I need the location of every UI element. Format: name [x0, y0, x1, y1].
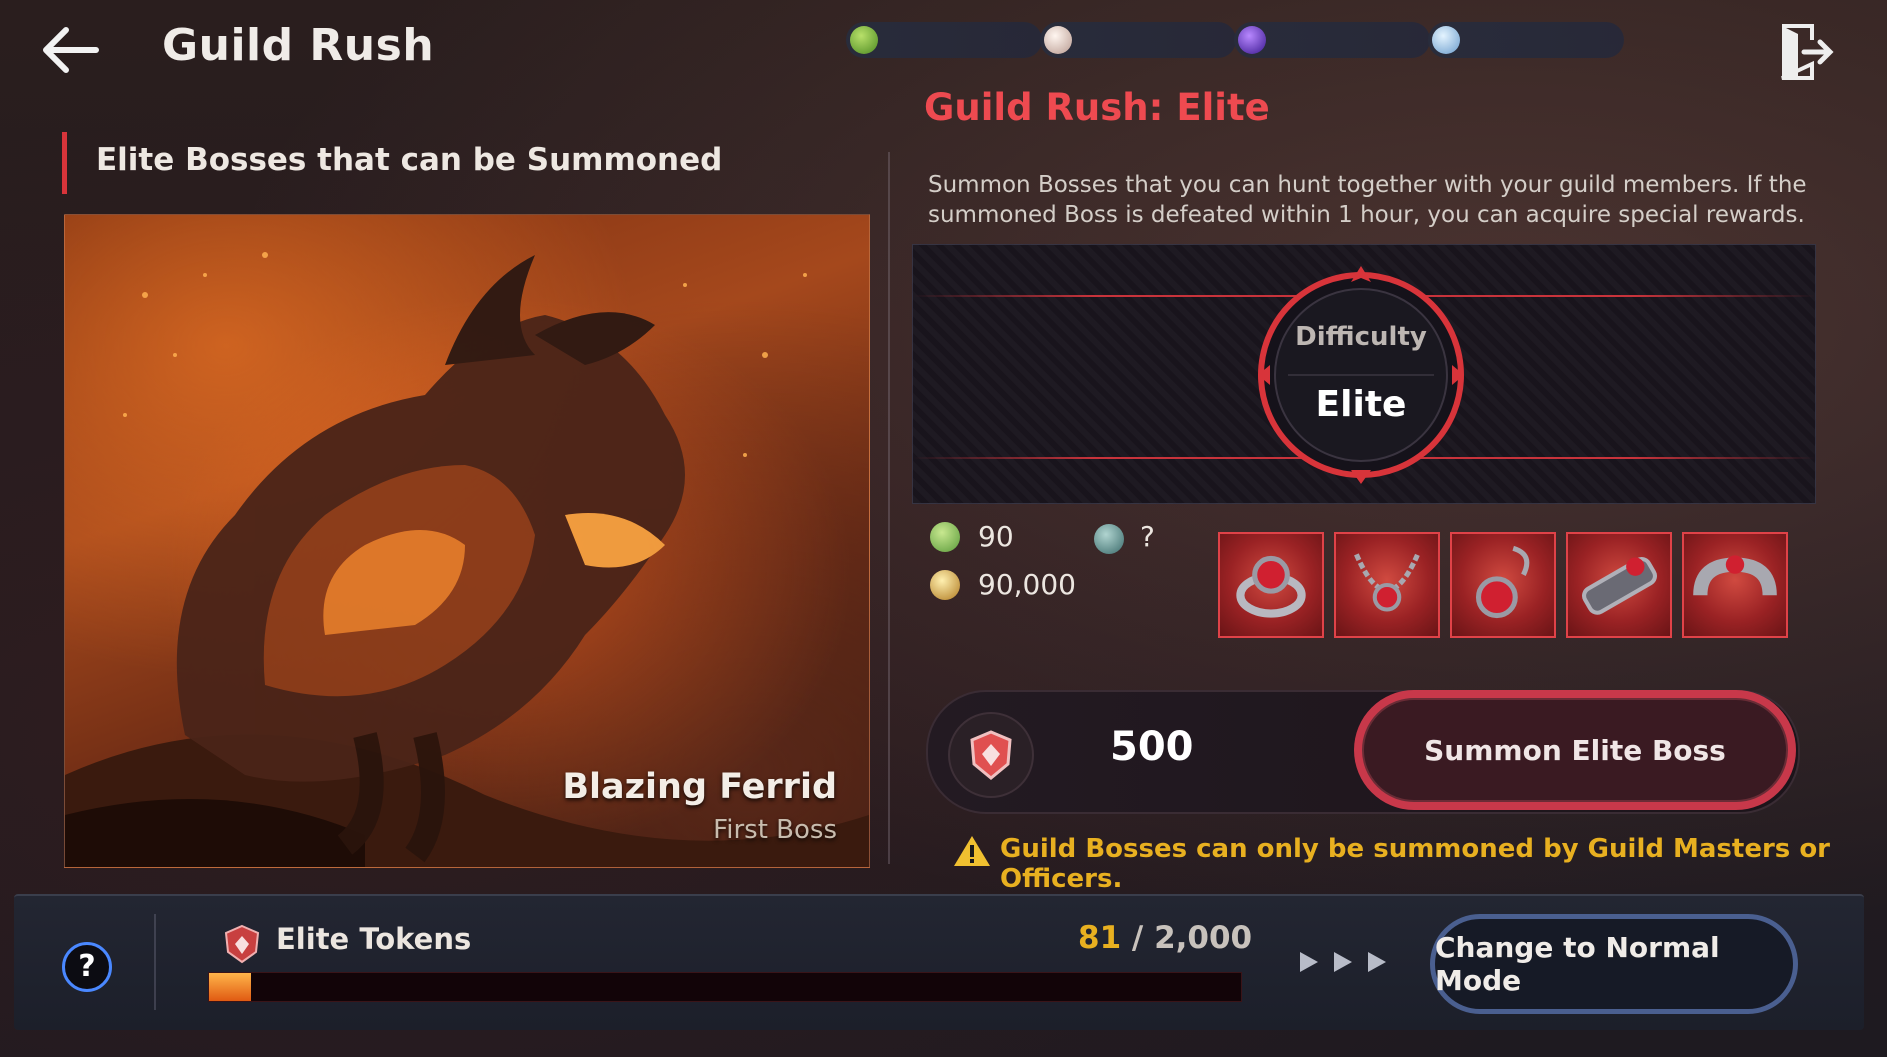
back-button[interactable] — [36, 22, 104, 78]
elite-token-icon — [948, 712, 1034, 798]
elite-tokens-progress-bar — [208, 972, 1242, 1002]
back-arrow-icon — [43, 27, 99, 73]
exit-button[interactable] — [1776, 22, 1836, 82]
reward-item-necklace[interactable] — [1334, 532, 1440, 638]
exit-door-icon — [1781, 24, 1834, 80]
warning-icon — [954, 836, 990, 866]
silver-coin-icon — [1432, 26, 1460, 54]
elite-tokens-count: 81 / 2,000 — [1078, 920, 1252, 956]
progress-fill — [209, 973, 251, 1001]
reward-exp-value: 90 — [978, 520, 1014, 553]
reward-item-earring[interactable] — [1450, 532, 1556, 638]
mystery-reward-icon — [1094, 524, 1124, 554]
currency-slot-purple[interactable] — [1234, 22, 1430, 58]
summon-elite-boss-button[interactable]: Summon Elite Boss — [1354, 690, 1796, 810]
page-title: Guild Rush — [162, 20, 435, 71]
triple-arrow-icon — [1300, 952, 1386, 972]
tokens-separator: / — [1121, 920, 1155, 956]
boss-name: Blazing Ferrid — [562, 767, 837, 807]
currency-slot-silver[interactable] — [1428, 22, 1624, 58]
footer-divider — [154, 914, 156, 1010]
currency-slot-exp[interactable] — [846, 22, 1042, 58]
summon-button-label: Summon Elite Boss — [1362, 698, 1788, 802]
boss-subtitle: First Boss — [713, 815, 837, 845]
reward-item-bracelet[interactable] — [1566, 532, 1672, 638]
mode-title: Guild Rush: Elite — [924, 86, 1270, 129]
elite-token-icon — [224, 924, 260, 964]
ruby-bracelet-icon — [1582, 556, 1657, 615]
section-heading: Elite Bosses that can be Summoned — [96, 142, 723, 178]
reward-unknown-value: ? — [1140, 520, 1155, 553]
permission-warning: Guild Bosses can only be summoned by Gui… — [1000, 834, 1831, 894]
panel-divider — [888, 152, 890, 864]
currency-slot-pearl[interactable] — [1040, 22, 1236, 58]
difficulty-value: Elite — [1315, 384, 1407, 425]
pearl-orb-icon — [1044, 26, 1072, 54]
exp-icon — [930, 522, 960, 552]
boss-artwork: Blazing Ferrid First Boss — [64, 214, 870, 868]
difficulty-emblem — [1258, 266, 1464, 484]
help-button[interactable]: ? — [62, 942, 112, 992]
ruby-earring-icon — [1475, 545, 1530, 619]
ruby-bangle-icon — [1693, 555, 1777, 596]
green-exp-orb-icon — [850, 26, 878, 54]
mode-description: Summon Bosses that you can hunt together… — [928, 172, 1807, 228]
reward-gold-value: 90,000 — [978, 568, 1076, 601]
elite-tokens-label: Elite Tokens — [276, 922, 472, 956]
ruby-necklace-icon — [1354, 553, 1420, 612]
gold-coin-icon — [930, 570, 960, 600]
purple-orb-icon — [1238, 26, 1266, 54]
tokens-max: 2,000 — [1154, 920, 1253, 956]
difficulty-label: Difficulty — [1295, 322, 1427, 352]
summon-cost-value: 500 — [1110, 724, 1194, 770]
heading-accent-bar — [62, 132, 67, 194]
reward-item-bangle[interactable] — [1682, 532, 1788, 638]
tokens-owned: 81 — [1078, 920, 1122, 956]
reward-item-ring[interactable] — [1218, 532, 1324, 638]
change-to-normal-mode-button[interactable]: Change to Normal Mode — [1430, 914, 1798, 1014]
ruby-ring-icon — [1236, 555, 1306, 618]
